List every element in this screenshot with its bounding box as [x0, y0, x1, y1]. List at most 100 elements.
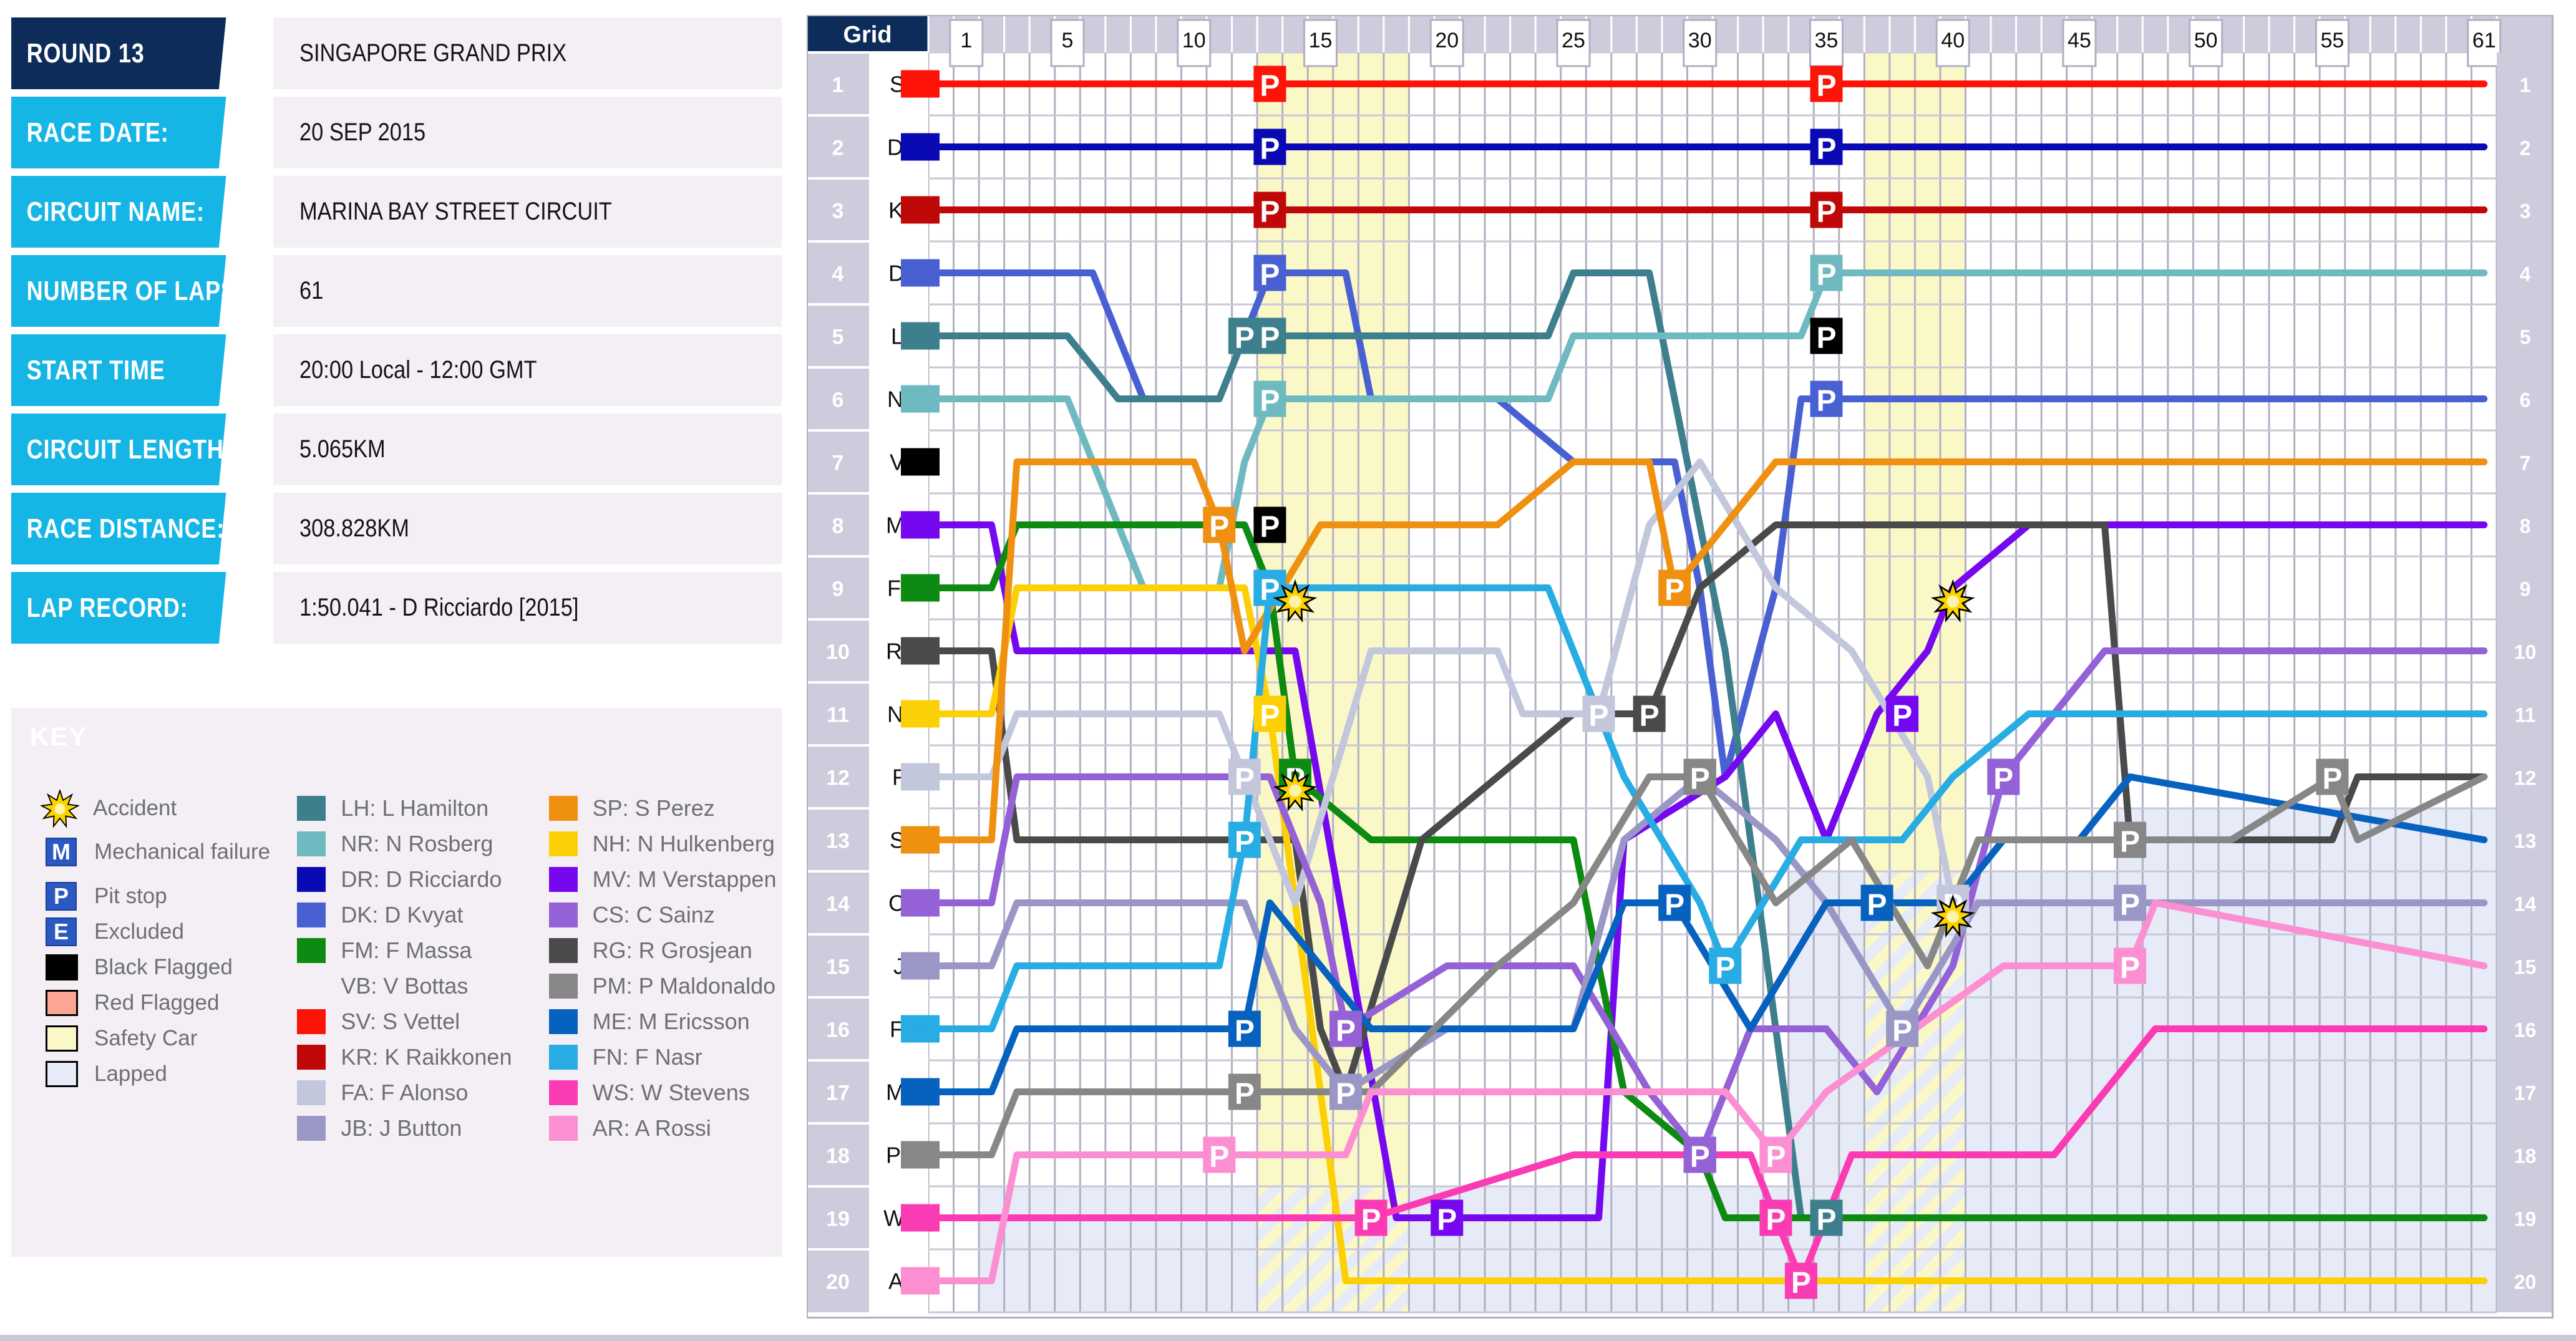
info-row: START TIME 20:00 Local - 12:00 GMT: [11, 334, 782, 406]
key-item: Lapped: [46, 1056, 278, 1092]
grid-position-number: 11: [827, 704, 849, 727]
driver-start-block-vb: [901, 448, 940, 476]
pit-stop-label: P: [1640, 700, 1660, 733]
pit-stop-label: P: [1235, 826, 1255, 859]
driver-color-swatch-fm: [297, 937, 326, 963]
grid-position-number: 19: [826, 1208, 850, 1231]
grid-position-number: 6: [832, 389, 844, 412]
key-driver-item: ME: M Ericsson: [548, 1004, 782, 1039]
mechanical-failure-badge: M: [46, 838, 77, 866]
key-item: Black Flagged: [46, 949, 278, 985]
lap-header-band: [928, 15, 2554, 52]
driver-legend-label: FM: F Massa: [341, 937, 472, 963]
key-driver-item: FN: F Nasr: [548, 1039, 782, 1075]
black-flag-swatch: [46, 954, 78, 980]
pit-stop-label: P: [1260, 574, 1280, 607]
pit-stop-badge: P: [46, 881, 77, 911]
driver-legend-label: PM: P Maldonaldo: [592, 972, 776, 999]
driver-color-swatch-fa: [297, 1080, 326, 1105]
pit-stop-label: P: [1209, 511, 1229, 544]
info-row-value: 61: [273, 255, 782, 327]
pit-stop-label: P: [1260, 700, 1280, 733]
info-label-text: ROUND 13: [26, 37, 145, 69]
driver-legend-label: SP: S Perez: [592, 795, 715, 821]
grid-position-number: 7: [832, 452, 844, 475]
pit-stop-label: P: [1336, 1078, 1356, 1111]
footer-divider: [0, 1335, 2576, 1341]
key-item-label: Accident: [93, 795, 177, 820]
grid-position-number: 3: [832, 200, 844, 223]
red-flag-swatch: [46, 989, 78, 1016]
final-position-number: 11: [2515, 704, 2536, 727]
grid-position-number: 15: [826, 956, 850, 979]
grid-position-number: 13: [826, 830, 850, 853]
driver-color-swatch-ws: [548, 1080, 578, 1105]
info-value-text: MARINA BAY STREET CIRCUIT: [299, 198, 612, 225]
grid-position-number: 16: [826, 1019, 850, 1042]
key-legend-panel: KEY Accident M Mechanical failure P Pit stop…: [11, 708, 782, 1257]
info-panel: ROUND 13 SINGAPORE GRAND PRIX RACE DATE: 20…: [0, 0, 802, 1341]
info-row-label: CIRCUIT LENGTH:: [11, 414, 231, 485]
info-row-value: 5.065KM: [273, 414, 782, 485]
info-label-text: CIRCUIT LENGTH:: [26, 433, 232, 465]
lap-tick-label: 10: [1182, 29, 1206, 52]
final-position-number: 17: [2514, 1082, 2537, 1105]
pit-stop-label: P: [1235, 1015, 1255, 1048]
driver-legend-label: DK: D Kvyat: [341, 901, 464, 927]
key-item-label: Excluded: [94, 919, 184, 944]
final-position-number: 3: [2520, 200, 2531, 223]
info-row: ROUND 13 SINGAPORE GRAND PRIX: [11, 17, 782, 89]
pit-stop-label: P: [1892, 1015, 1912, 1048]
grid-position-number: 4: [832, 263, 844, 286]
pit-stop-label: P: [1816, 133, 1836, 166]
grid-position-number: 8: [832, 515, 844, 538]
grid-position-number: 12: [826, 767, 850, 790]
pit-stop-label: P: [1260, 322, 1280, 355]
final-position-number: 20: [2514, 1271, 2537, 1294]
pit-stop-label: P: [1690, 763, 1710, 796]
final-position-number: 8: [2520, 515, 2531, 538]
driver-legend-label: JB: J Button: [341, 1115, 462, 1141]
info-row: LAP RECORD: 1:50.041 - D Ricciardo [2015]: [11, 572, 782, 644]
key-panel-title: KEY: [11, 708, 267, 765]
lap-tick-label: 5: [1062, 29, 1074, 52]
pit-stop-label: P: [1235, 763, 1255, 796]
final-position-number: 5: [2520, 326, 2531, 349]
key-driver-column-2: SP: S Perez NH: N Hulkenberg MV: M Verstap…: [548, 790, 782, 1146]
pit-stop-label: P: [1209, 1141, 1229, 1174]
info-value-text: 20 SEP 2015: [299, 119, 426, 146]
driver-color-swatch-ar: [548, 1115, 578, 1141]
info-row-label: NUMBER OF LAPS:: [11, 255, 244, 327]
info-row: NUMBER OF LAPS: 61: [11, 255, 782, 327]
grid-position-number: 9: [832, 578, 844, 601]
driver-color-swatch-me: [548, 1009, 578, 1034]
key-driver-item: SP: S Perez: [548, 790, 782, 826]
key-driver-item: KR: K Raikkonen: [297, 1039, 530, 1075]
info-row: RACE DISTANCE: 308.828KM: [11, 493, 782, 564]
key-driver-item: WS: W Stevens: [548, 1075, 782, 1110]
race-info-table: ROUND 13 SINGAPORE GRAND PRIX RACE DATE: 20…: [11, 17, 782, 644]
pit-stop-label: P: [1235, 1078, 1255, 1111]
key-driver-item: NR: N Rosberg: [297, 826, 530, 861]
info-row-value: 20:00 Local - 12:00 GMT: [273, 334, 782, 406]
info-row-value: SINGAPORE GRAND PRIX: [273, 17, 782, 89]
driver-legend-label: NR: N Rosberg: [341, 830, 493, 856]
pit-stop-label: P: [2120, 952, 2140, 985]
key-item: M Mechanical failure: [46, 826, 278, 878]
driver-color-swatch-mv: [548, 866, 578, 892]
key-item: P Pit stop: [46, 878, 278, 914]
pit-stop-label: P: [1766, 1141, 1786, 1174]
pit-stop-label: P: [1715, 952, 1735, 985]
info-row-value: 20 SEP 2015: [273, 97, 782, 168]
driver-legend-label: KR: K Raikkonen: [341, 1043, 512, 1070]
pit-stop-label: P: [1260, 70, 1280, 103]
pit-stop-label: P: [2120, 889, 2140, 922]
driver-color-swatch-pm: [548, 973, 578, 999]
pit-stop-label: P: [2120, 826, 2140, 859]
info-label-text: START TIME: [26, 354, 165, 385]
lap-tick-label: 25: [1562, 29, 1585, 52]
info-row-label: ROUND 13: [11, 17, 226, 89]
driver-color-swatch-vb: [297, 974, 326, 999]
info-row: RACE DATE: 20 SEP 2015: [11, 97, 782, 168]
final-position-number: 16: [2514, 1019, 2537, 1042]
